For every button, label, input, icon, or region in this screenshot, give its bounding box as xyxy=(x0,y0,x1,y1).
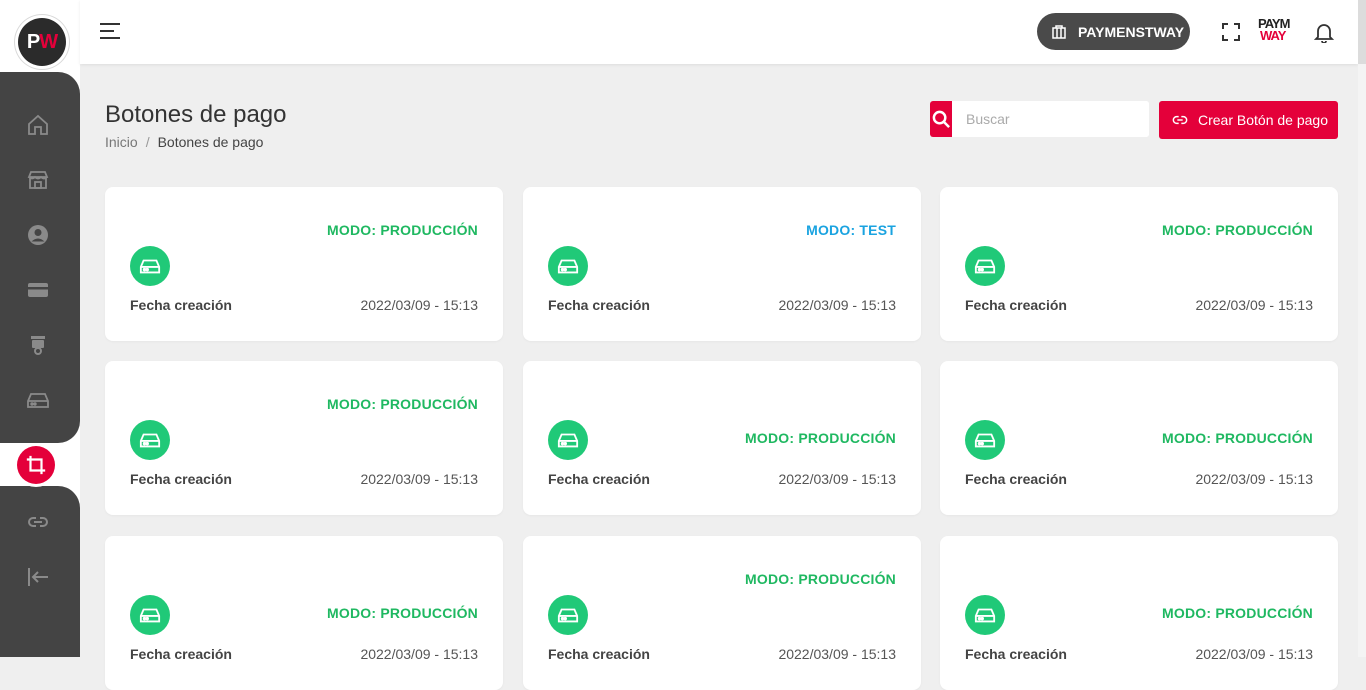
account-selector-button[interactable]: PAYMENSTWAY xyxy=(1037,13,1190,50)
creation-date-label: Fecha creación xyxy=(130,471,232,487)
mode-badge: MODO: PRODUCCIÓN xyxy=(327,222,478,238)
create-payment-button[interactable]: Crear Botón de pago xyxy=(1159,101,1338,139)
mode-badge: MODO: TEST xyxy=(806,222,896,238)
logo-letter-w: W xyxy=(39,30,58,53)
mode-badge: MODO: PRODUCCIÓN xyxy=(1162,605,1313,621)
cctv-icon[interactable] xyxy=(24,331,52,359)
search-icon[interactable] xyxy=(930,101,952,137)
payment-button-card[interactable]: MODO: TEST Fecha creación 2022/03/09 - 15:… xyxy=(523,187,921,341)
creation-date-label: Fecha creación xyxy=(130,297,232,313)
brand-mini-logo[interactable]: PAYM WAY xyxy=(1258,17,1296,46)
fullscreen-icon[interactable] xyxy=(1222,23,1240,41)
drive-icon xyxy=(965,246,1005,286)
drive-icon xyxy=(130,246,170,286)
payment-button-card[interactable]: MODO: PRODUCCIÓN Fecha creación 2022/03/09… xyxy=(523,536,921,690)
drive-icon xyxy=(548,595,588,635)
creation-date-label: Fecha creación xyxy=(548,646,650,662)
creation-date-value: 2022/03/09 - 15:13 xyxy=(778,646,896,662)
logo-area: PW xyxy=(0,0,80,72)
mode-badge: MODO: PRODUCCIÓN xyxy=(1162,430,1313,446)
home-icon[interactable] xyxy=(24,111,52,139)
card-icon[interactable] xyxy=(24,276,52,304)
search-input[interactable] xyxy=(952,101,1149,137)
mode-badge: MODO: PRODUCCIÓN xyxy=(745,571,896,587)
logo-letter-p: P xyxy=(26,30,40,53)
link-icon xyxy=(1172,115,1188,125)
payment-button-card[interactable]: MODO: PRODUCCIÓN Fecha creación 2022/03/09… xyxy=(105,361,503,515)
payment-button-card[interactable]: MODO: PRODUCCIÓN Fecha creación 2022/03/09… xyxy=(523,361,921,515)
search-box xyxy=(930,101,1149,137)
store-icon[interactable] xyxy=(24,166,52,194)
creation-date-value: 2022/03/09 - 15:13 xyxy=(360,471,478,487)
collapse-icon[interactable] xyxy=(24,563,52,591)
account-label: PAYMENSTWAY xyxy=(1078,23,1185,40)
drive-icon xyxy=(965,595,1005,635)
drive-icon xyxy=(965,420,1005,460)
page-title: Botones de pago xyxy=(105,101,287,128)
drive-icon xyxy=(548,420,588,460)
breadcrumb-current: Botones de pago xyxy=(157,134,264,150)
payment-button-card[interactable]: MODO: PRODUCCIÓN Fecha creación 2022/03/09… xyxy=(940,361,1338,515)
creation-date-label: Fecha creación xyxy=(965,471,1067,487)
mode-badge: MODO: PRODUCCIÓN xyxy=(327,396,478,412)
payment-button-card[interactable]: MODO: PRODUCCIÓN Fecha creación 2022/03/09… xyxy=(940,187,1338,341)
topbar: PAYMENSTWAY PAYM WAY xyxy=(80,0,1358,64)
drive-icon xyxy=(130,420,170,460)
drive-icon[interactable] xyxy=(24,386,52,414)
brand-mini-line2: WAY xyxy=(1260,28,1286,43)
creation-date-value: 2022/03/09 - 15:13 xyxy=(1195,297,1313,313)
scrollbar[interactable] xyxy=(1358,0,1366,657)
link-icon[interactable] xyxy=(24,508,52,536)
creation-date-label: Fecha creación xyxy=(548,297,650,313)
creation-date-label: Fecha creación xyxy=(548,471,650,487)
creation-date-value: 2022/03/09 - 15:13 xyxy=(1195,471,1313,487)
drive-icon xyxy=(130,595,170,635)
breadcrumb: Inicio / Botones de pago xyxy=(105,134,263,150)
payment-button-card[interactable]: MODO: PRODUCCIÓN Fecha creación 2022/03/09… xyxy=(940,536,1338,690)
bell-icon[interactable] xyxy=(1313,21,1335,44)
mode-badge: MODO: PRODUCCIÓN xyxy=(745,430,896,446)
creation-date-value: 2022/03/09 - 15:13 xyxy=(778,297,896,313)
drive-icon xyxy=(548,246,588,286)
mode-badge: MODO: PRODUCCIÓN xyxy=(1162,222,1313,238)
payment-button-card[interactable]: MODO: PRODUCCIÓN Fecha creación 2022/03/09… xyxy=(105,187,503,341)
creation-date-label: Fecha creación xyxy=(965,646,1067,662)
creation-date-label: Fecha creación xyxy=(130,646,232,662)
breadcrumb-separator: / xyxy=(145,134,150,150)
payment-button-card[interactable]: MODO: PRODUCCIÓN Fecha creación 2022/03/09… xyxy=(105,536,503,690)
user-icon[interactable] xyxy=(24,221,52,249)
brand-logo[interactable]: PW xyxy=(18,18,66,66)
mode-badge: MODO: PRODUCCIÓN xyxy=(327,605,478,621)
sidebar: PW xyxy=(0,0,80,657)
breadcrumb-home[interactable]: Inicio xyxy=(105,134,138,150)
creation-date-value: 2022/03/09 - 15:13 xyxy=(1195,646,1313,662)
building-icon xyxy=(1052,24,1066,39)
creation-date-label: Fecha creación xyxy=(965,297,1067,313)
create-payment-label: Crear Botón de pago xyxy=(1198,112,1328,128)
creation-date-value: 2022/03/09 - 15:13 xyxy=(360,297,478,313)
crop-icon[interactable] xyxy=(17,446,55,484)
scrollbar-thumb[interactable] xyxy=(1358,0,1366,64)
creation-date-value: 2022/03/09 - 15:13 xyxy=(360,646,478,662)
creation-date-value: 2022/03/09 - 15:13 xyxy=(778,471,896,487)
menu-icon[interactable] xyxy=(100,20,122,42)
